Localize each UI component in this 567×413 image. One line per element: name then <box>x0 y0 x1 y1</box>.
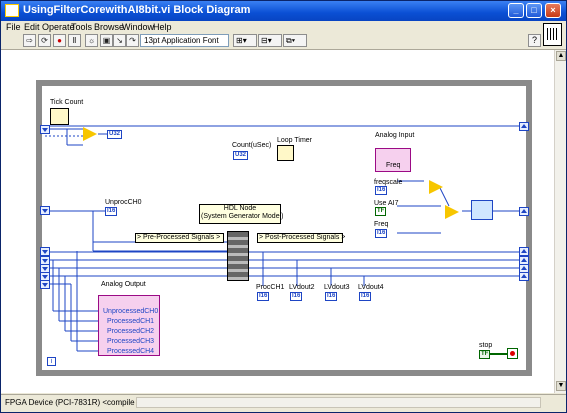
align-objects-icon[interactable]: ⊞▾ <box>233 34 257 47</box>
analog-output-label: Analog Output <box>101 281 146 288</box>
analog-input-node[interactable]: Freq <box>375 148 411 172</box>
block-diagram: Tick Count U32 Count(uSec) U32 Loop Time… <box>1 50 554 393</box>
count-usec-label: Count(uSec) <box>232 142 272 149</box>
ao-row-3: ProcessedCH3 <box>107 338 155 345</box>
scroll-up-icon[interactable]: ▲ <box>556 51 566 61</box>
vertical-scrollbar[interactable]: ▲ ▼ <box>554 50 566 393</box>
hdl-node-subtitle: (System Generator Model) <box>201 213 284 220</box>
waveform-icon[interactable] <box>471 200 493 220</box>
status-text: FPGA Device (PCI-7831R) <compile only> <box>5 398 157 407</box>
post-processed-label: > Post-Processed Signals > <box>257 233 346 243</box>
shift-register-left-0[interactable] <box>40 125 50 134</box>
proc-ch1-label: ProcCH1 <box>256 284 285 291</box>
menu-bar: File Edit Operate Tools Browse Window He… <box>1 21 566 33</box>
lvdout2-indicator[interactable]: I16 <box>290 292 303 301</box>
connector-pane-icon <box>543 23 562 46</box>
stop-label: stop <box>479 342 493 349</box>
menu-help[interactable]: Help <box>153 21 172 33</box>
stop-dot-icon <box>510 351 515 356</box>
freqscale-control[interactable]: I16 <box>375 186 388 195</box>
run-arrow-icon[interactable]: ⇨ <box>23 34 36 47</box>
highlight-execution-icon[interactable]: ☼ <box>85 34 98 47</box>
u32-indicator[interactable]: U32 <box>107 130 123 139</box>
shift-register-right-5[interactable] <box>519 272 529 281</box>
abort-icon[interactable]: ● <box>53 34 66 47</box>
tick-count-label: Tick Count <box>50 99 84 106</box>
minimize-button[interactable]: _ <box>508 3 524 18</box>
distribute-objects-icon[interactable]: ⊟▾ <box>258 34 282 47</box>
lvdout4-indicator[interactable]: I16 <box>359 292 372 301</box>
lvdout4-label: LVdout4 <box>358 284 384 291</box>
analog-output-node[interactable]: UnprocessedCH0 ProcessedCH1 ProcessedCH2… <box>98 295 160 356</box>
ao-row-0: UnprocessedCH0 <box>103 308 159 315</box>
loop-timer-icon[interactable] <box>277 145 294 161</box>
pre-processed-label: > Pre-Processed Signals > <box>135 233 224 243</box>
lvdout3-label: LVdout3 <box>324 284 350 291</box>
shift-register-left-6[interactable] <box>40 280 50 289</box>
analog-input-freq: Freq <box>386 162 401 169</box>
hdl-node[interactable] <box>227 231 249 281</box>
step-over-icon[interactable]: ↷ <box>126 34 139 47</box>
count-usec-control[interactable]: U32 <box>233 151 249 160</box>
unproc-ch0-label: UnprocCH0 <box>105 199 142 206</box>
window-title: UsingFilterCorewithAI8bit.vi Block Diagr… <box>23 4 251 16</box>
toolbar: ⇨ ⟳ ● Ⅱ ☼ ▣ ↘ ↷ 13pt Application Font ⊞▾… <box>1 33 566 50</box>
analog-input-label: Analog Input <box>375 132 415 139</box>
shift-register-right-0[interactable] <box>519 122 529 131</box>
maximize-button[interactable]: □ <box>526 3 542 18</box>
menu-file[interactable]: File <box>6 21 21 33</box>
menu-edit[interactable]: Edit <box>24 21 40 33</box>
scroll-down-icon[interactable]: ▼ <box>556 381 566 391</box>
labview-window: UsingFilterCorewithAI8bit.vi Block Diagr… <box>0 0 567 413</box>
lvdout2-label: LVdout2 <box>289 284 315 291</box>
tick-count-icon[interactable] <box>50 108 69 125</box>
run-continuously-icon[interactable]: ⟳ <box>38 34 51 47</box>
multiply-icon[interactable] <box>429 180 443 194</box>
shift-register-left-1[interactable] <box>40 206 50 215</box>
context-help-icon[interactable]: ? <box>528 34 541 47</box>
retain-wire-values-icon[interactable]: ▣ <box>100 34 113 47</box>
vi-icon <box>5 4 19 17</box>
pause-icon[interactable]: Ⅱ <box>68 34 81 47</box>
menu-browse[interactable]: Browse <box>94 21 124 33</box>
subtract-icon[interactable] <box>83 127 97 141</box>
hdl-node-label: HDL Node (System Generator Model) <box>199 204 284 224</box>
shift-register-right-1[interactable] <box>519 207 529 216</box>
shift-register-right-2[interactable] <box>519 247 529 256</box>
lvdout3-indicator[interactable]: I16 <box>325 292 338 301</box>
menu-operate[interactable]: Operate <box>42 21 75 33</box>
step-into-icon[interactable]: ↘ <box>113 34 126 47</box>
close-button[interactable]: × <box>545 3 561 18</box>
font-select[interactable]: 13pt Application Font <box>140 34 229 47</box>
ao-row-4: ProcessedCH4 <box>107 348 155 355</box>
reorder-icon[interactable]: ⧉▾ <box>283 34 307 47</box>
ao-row-2: ProcessedCH2 <box>107 328 155 335</box>
menu-window[interactable]: Window <box>122 21 154 33</box>
ao-row-1: ProcessedCH1 <box>107 318 155 325</box>
stop-control[interactable]: TF <box>479 350 491 359</box>
stop-condition-icon[interactable] <box>507 348 518 359</box>
select-icon[interactable] <box>445 205 459 219</box>
title-bar[interactable]: UsingFilterCorewithAI8bit.vi Block Diagr… <box>1 1 566 21</box>
use-ai7-control[interactable]: TF <box>375 207 387 216</box>
freq-label: Freq <box>374 221 389 228</box>
horizontal-scrollbar[interactable] <box>136 397 541 408</box>
menu-tools[interactable]: Tools <box>71 21 92 33</box>
iteration-terminal[interactable]: i <box>47 357 56 366</box>
unproc-ch0-indicator[interactable]: I16 <box>105 207 118 216</box>
freq-control[interactable]: I16 <box>375 229 388 238</box>
hdl-node-title: HDL Node <box>223 205 257 212</box>
loop-timer-label: Loop Timer <box>277 137 313 144</box>
shift-register-left-2[interactable] <box>40 247 50 256</box>
proc-ch1-indicator[interactable]: I16 <box>257 292 270 301</box>
